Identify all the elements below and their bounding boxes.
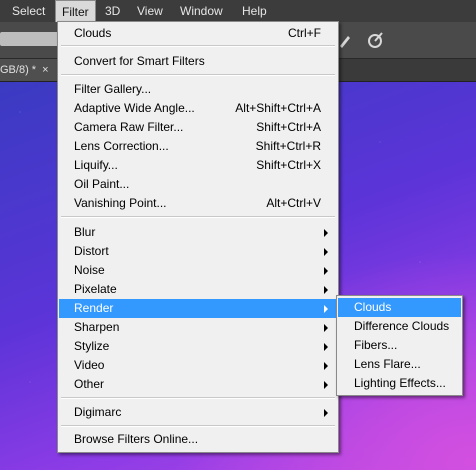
menu-item-label: Liquify...: [74, 158, 118, 172]
menu-item-clouds[interactable]: Clouds Ctrl+F: [59, 24, 337, 43]
submenu-arrow-icon: [324, 267, 328, 275]
menu-help[interactable]: Help: [236, 0, 273, 22]
menu-bar: Select Filter 3D View Window Help: [0, 0, 476, 22]
menu-3d[interactable]: 3D: [99, 0, 126, 22]
options-bar-field[interactable]: [0, 32, 60, 46]
menu-item-video[interactable]: Video: [59, 356, 337, 375]
menu-item-label: Render: [74, 301, 114, 315]
menu-item-adaptive-wide-angle[interactable]: Adaptive Wide Angle... Alt+Shift+Ctrl+A: [59, 99, 337, 118]
menu-item-shortcut: Alt+Ctrl+V: [266, 196, 321, 210]
menu-item-label: Distort: [74, 244, 109, 258]
menu-item-label: Convert for Smart Filters: [74, 54, 205, 68]
menu-separator: [61, 45, 335, 47]
submenu-arrow-icon: [324, 248, 328, 256]
menu-select[interactable]: Select: [6, 0, 51, 22]
menu-item-label: Stylize: [74, 339, 110, 353]
menu-item-pixelate[interactable]: Pixelate: [59, 280, 337, 299]
filter-menu: Clouds Ctrl+F Convert for Smart Filters …: [57, 21, 339, 453]
menu-separator: [61, 74, 335, 76]
menu-item-label: Pixelate: [74, 282, 117, 296]
menu-item-label: Video: [74, 358, 105, 372]
menu-item-vanishing-point[interactable]: Vanishing Point... Alt+Ctrl+V: [59, 194, 337, 213]
menu-item-label: Adaptive Wide Angle...: [74, 101, 195, 115]
menu-item-shortcut: Ctrl+F: [288, 26, 321, 40]
submenu-arrow-icon: [324, 409, 328, 417]
brush-icon[interactable]: [336, 30, 356, 50]
menu-item-label: Lens Correction...: [74, 139, 169, 153]
menu-separator: [61, 216, 335, 218]
menu-item-distort[interactable]: Distort: [59, 242, 337, 261]
menu-item-shortcut: Shift+Ctrl+A: [256, 120, 321, 134]
menu-item-label: Noise: [74, 263, 105, 277]
menu-view[interactable]: View: [131, 0, 169, 22]
document-tab-label: GB/8) *: [0, 64, 37, 76]
menu-item-label: Browse Filters Online...: [74, 432, 199, 446]
pressure-icon[interactable]: [366, 30, 386, 50]
menu-item-digimarc[interactable]: Digimarc: [59, 403, 337, 422]
menu-item-noise[interactable]: Noise: [59, 261, 337, 280]
menu-item-shortcut: Shift+Ctrl+R: [255, 139, 321, 153]
submenu-item-clouds[interactable]: Clouds: [338, 298, 461, 317]
menu-item-stylize[interactable]: Stylize: [59, 337, 337, 356]
submenu-arrow-icon: [324, 286, 328, 294]
submenu-arrow-icon: [324, 381, 328, 389]
document-tab[interactable]: GB/8) * ×: [0, 59, 64, 81]
submenu-arrow-icon: [324, 324, 328, 332]
menu-item-sharpen[interactable]: Sharpen: [59, 318, 337, 337]
menu-item-label: Sharpen: [74, 320, 120, 334]
menu-item-browse-filters-online[interactable]: Browse Filters Online...: [59, 430, 337, 449]
menu-item-label: Filter Gallery...: [74, 82, 152, 96]
menu-item-convert-smart-filters[interactable]: Convert for Smart Filters: [59, 52, 337, 71]
menu-window[interactable]: Window: [174, 0, 229, 22]
submenu-arrow-icon: [324, 362, 328, 370]
submenu-arrow-icon: [324, 343, 328, 351]
menu-item-other[interactable]: Other: [59, 375, 337, 394]
menu-item-label: Oil Paint...: [74, 177, 130, 191]
menu-item-blur[interactable]: Blur: [59, 223, 337, 242]
menu-separator: [61, 425, 335, 427]
submenu-item-difference-clouds[interactable]: Difference Clouds: [338, 317, 461, 336]
menu-filter[interactable]: Filter: [55, 0, 96, 22]
menu-item-render[interactable]: Render: [59, 299, 337, 318]
render-submenu: Clouds Difference Clouds Fibers... Lens …: [336, 295, 463, 396]
menu-item-filter-gallery[interactable]: Filter Gallery...: [59, 80, 337, 99]
submenu-item-fibers[interactable]: Fibers...: [338, 336, 461, 355]
menu-item-label: Digimarc: [74, 405, 122, 419]
menu-item-label: Blur: [74, 225, 96, 239]
menu-item-camera-raw-filter[interactable]: Camera Raw Filter... Shift+Ctrl+A: [59, 118, 337, 137]
menu-item-oil-paint[interactable]: Oil Paint...: [59, 175, 337, 194]
submenu-item-lighting-effects[interactable]: Lighting Effects...: [338, 374, 461, 393]
submenu-arrow-icon: [324, 229, 328, 237]
menu-item-shortcut: Alt+Shift+Ctrl+A: [235, 101, 321, 115]
submenu-arrow-icon: [324, 305, 328, 313]
menu-item-label: Vanishing Point...: [74, 196, 167, 210]
menu-item-liquify[interactable]: Liquify... Shift+Ctrl+X: [59, 156, 337, 175]
menu-item-label: Camera Raw Filter...: [74, 120, 184, 134]
menu-item-shortcut: Shift+Ctrl+X: [256, 158, 321, 172]
menu-item-label: Other: [74, 377, 105, 391]
menu-separator: [61, 397, 335, 399]
close-icon[interactable]: ×: [42, 64, 48, 76]
submenu-item-lens-flare[interactable]: Lens Flare...: [338, 355, 461, 374]
menu-item-lens-correction[interactable]: Lens Correction... Shift+Ctrl+R: [59, 137, 337, 156]
menu-item-label: Clouds: [74, 26, 112, 40]
